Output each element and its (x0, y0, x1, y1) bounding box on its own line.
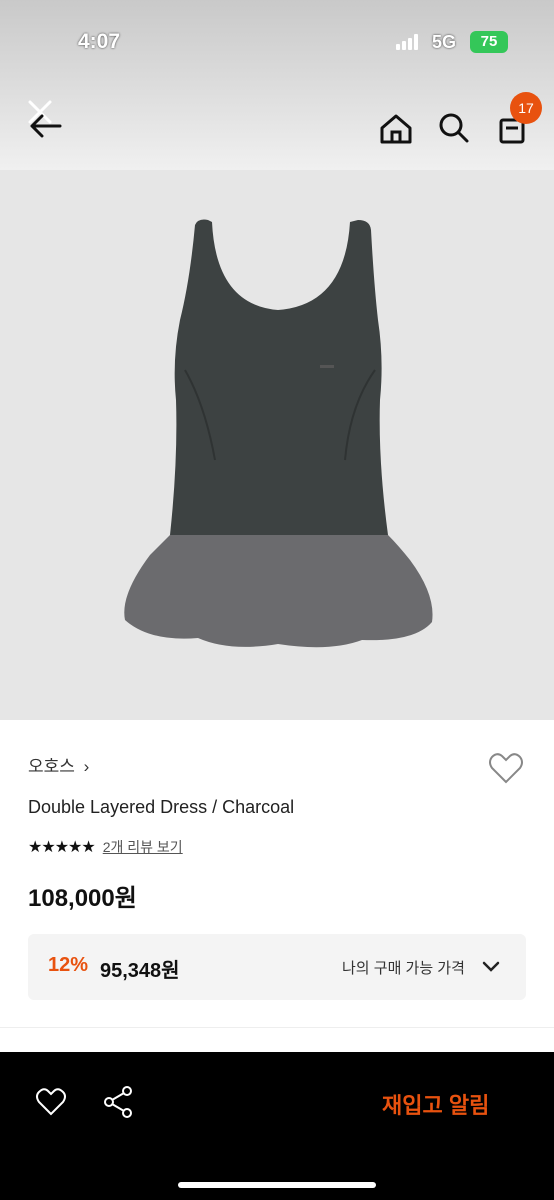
divider (0, 1027, 554, 1028)
product-name: Double Layered Dress / Charcoal (28, 797, 295, 817)
search-icon[interactable] (432, 106, 476, 150)
battery-icon: 75 (470, 31, 508, 53)
rating-row: ★★★★★ 2개 리뷰 보기 (28, 836, 183, 858)
home-indicator[interactable] (178, 1182, 376, 1188)
discount-rate: 12% (48, 954, 89, 976)
discount-price: 95,348원 (100, 960, 180, 982)
product-image[interactable] (0, 170, 554, 720)
home-icon[interactable] (374, 108, 418, 152)
restock-alert-button[interactable]: 재입고 알림 (382, 1088, 489, 1120)
brand-link[interactable]: 오호스 › (28, 752, 89, 777)
status-time: 4:07 (78, 30, 121, 53)
chevron-right-icon: › (83, 757, 90, 776)
product-price: 108,000원 (28, 885, 137, 912)
heart-icon[interactable] (33, 1084, 69, 1120)
brand-name: 오호스 (28, 757, 75, 776)
cart-count-badge: 17 (510, 92, 542, 124)
discount-label: 나의 구매 가능 가격 (342, 960, 465, 977)
review-link[interactable]: 2개 리뷰 보기 (103, 837, 183, 857)
signal-icon (396, 34, 420, 50)
heart-icon[interactable] (486, 748, 526, 788)
chevron-down-icon[interactable] (480, 956, 502, 978)
star-rating: ★★★★★ (28, 839, 96, 856)
discount-box[interactable]: 12% 95,348원 나의 구매 가능 가격 (28, 934, 526, 1000)
network-type: 5G (432, 32, 457, 52)
status-bar: 4:07 5G 75 (0, 0, 554, 84)
dress-photo (124, 219, 433, 648)
back-arrow-icon[interactable] (22, 106, 66, 150)
bottom-action-bar: 재입고 알림 (0, 1052, 554, 1200)
share-icon[interactable] (101, 1084, 137, 1120)
